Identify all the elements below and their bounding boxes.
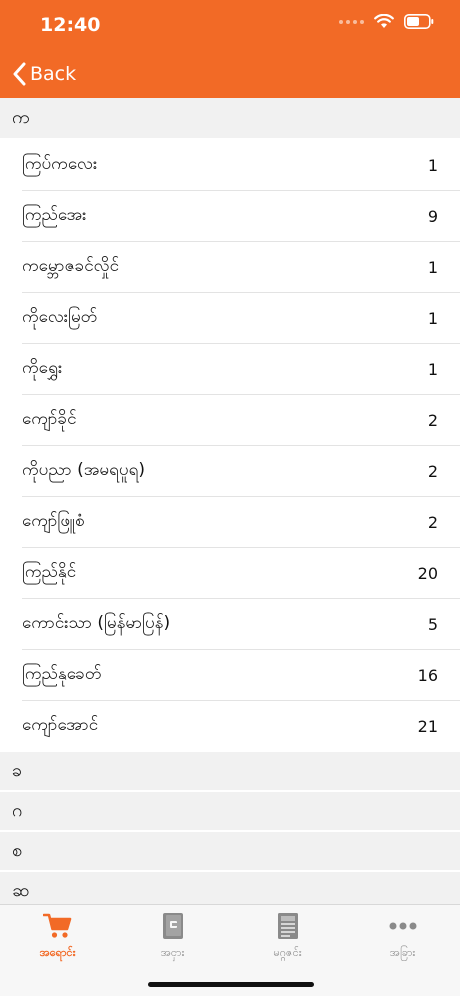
list-item[interactable]: ကြည်အေး 9: [22, 191, 460, 242]
author-name: ကျော်ခိုင်: [22, 408, 77, 429]
back-button[interactable]: Back: [12, 58, 76, 90]
author-name: ကြပ်ကလေး: [22, 153, 98, 174]
author-name: ကြည်နုခေတ်: [22, 663, 102, 684]
section-header-sa[interactable]: စ: [0, 832, 460, 872]
list-item[interactable]: ကောင်းသာ (မြန်မာပြန်) 5: [22, 599, 460, 650]
magazine-icon: [277, 912, 299, 940]
tab-more[interactable]: အခြား: [345, 905, 460, 965]
book-count: 2: [427, 512, 438, 532]
signal-icon: [339, 19, 364, 24]
author-name: ကျော်ဖြူစံ: [22, 510, 85, 531]
list-item[interactable]: ကျော်ခိုင် 2: [22, 395, 460, 446]
tab-sale[interactable]: အရောင်း: [0, 905, 115, 965]
book-count: 2: [427, 410, 438, 430]
section-header-ga[interactable]: ဂ: [0, 792, 460, 832]
list-item[interactable]: ကမ္ဘောဇခင်လှိုင် 1: [22, 242, 460, 293]
list-item[interactable]: ကျော်အောင် 21: [22, 701, 460, 752]
list-item[interactable]: ကြည်နုခေတ် 16: [22, 650, 460, 701]
chevron-left-icon: [13, 62, 26, 86]
author-name: ကြည်အေး: [22, 204, 87, 225]
list-item[interactable]: ကိုရွှေး 1: [22, 344, 460, 395]
book-count: 1: [427, 359, 438, 379]
author-name: ကြည်နိုင်: [22, 561, 77, 582]
more-dots-icon: [388, 912, 418, 940]
navigation-header: 12:40 Back: [0, 0, 460, 98]
author-list[interactable]: က ကြပ်ကလေး 1 ကြည်အေး 9 ကမ္ဘောဇခင်လှိုင် …: [0, 98, 460, 904]
section-header-kha[interactable]: ခ: [0, 752, 460, 792]
section-ka-rows: ကြပ်ကလေး 1 ကြည်အေး 9 ကမ္ဘောဇခင်လှိုင် 1 …: [0, 140, 460, 752]
list-item[interactable]: ကိုလေးမြတ် 1: [22, 293, 460, 344]
author-name: ကိုရွှေး: [22, 357, 63, 378]
list-item[interactable]: ကျော်ဖြူစံ 2: [22, 497, 460, 548]
book-icon: [161, 912, 185, 940]
tab-label: အရောင်း: [39, 946, 76, 959]
book-count: 1: [427, 155, 438, 175]
book-count: 9: [427, 206, 438, 226]
tab-rent[interactable]: အငှား: [115, 905, 230, 965]
author-name: ကမ္ဘောဇခင်လှိုင်: [22, 255, 120, 276]
back-label: Back: [30, 63, 77, 85]
list-item[interactable]: ကြပ်ကလေး 1: [22, 140, 460, 191]
tab-magazine[interactable]: မဂ္ဂဇင်း: [230, 905, 345, 965]
tab-label: အငှား: [160, 946, 185, 959]
author-name: ကောင်းသာ (မြန်မာပြန်): [22, 612, 171, 633]
cart-icon: [42, 912, 73, 940]
status-icons: [339, 14, 434, 29]
tab-label: အခြား: [389, 946, 416, 959]
book-count: 20: [417, 563, 438, 583]
book-count: 5: [427, 614, 438, 634]
screen: 12:40 Back က ကြပ်ကလေး 1 ကြည်အေး 9 ကမ္ဘော…: [0, 0, 460, 996]
author-name: ကိုပညာ (အမရပူရ): [22, 459, 145, 480]
section-header-ka: က: [0, 98, 460, 138]
author-name: ကိုလေးမြတ်: [22, 306, 98, 327]
book-count: 1: [427, 308, 438, 328]
book-count: 16: [417, 665, 438, 685]
list-item[interactable]: ကြည်နိုင် 20: [22, 548, 460, 599]
book-count: 2: [427, 461, 438, 481]
section-header-hsa[interactable]: ဆ: [0, 872, 460, 904]
battery-icon: [404, 14, 434, 29]
status-time: 12:40: [40, 14, 101, 36]
author-name: ကျော်အောင်: [22, 715, 99, 735]
tab-bar: အရောင်း အငှား မဂ္ဂဇင်း အခြား: [0, 904, 460, 996]
tab-label: မဂ္ဂဇင်း: [273, 946, 302, 959]
book-count: 1: [427, 257, 438, 277]
wifi-icon: [374, 14, 394, 29]
home-indicator: [148, 982, 314, 987]
list-item[interactable]: ကိုပညာ (အမရပူရ) 2: [22, 446, 460, 497]
book-count: 21: [417, 717, 438, 736]
